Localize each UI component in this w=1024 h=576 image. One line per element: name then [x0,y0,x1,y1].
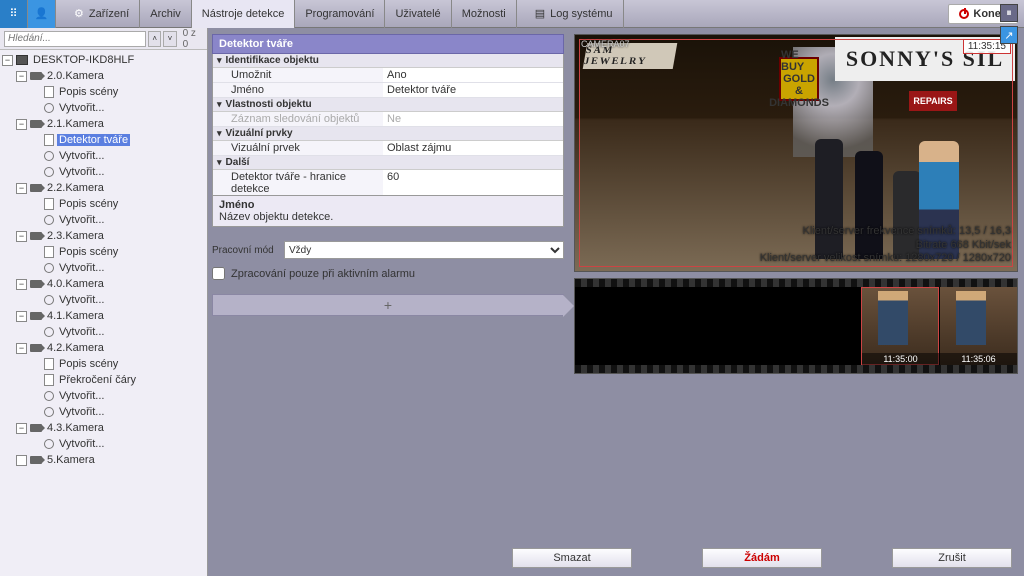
property-row[interactable]: UmožnitAno [213,68,563,83]
mode-label: Pracovní mód [212,245,284,256]
search-count: 0 z 0 [183,28,203,50]
video-preview[interactable]: SAM JEWELRY SONNY'S SIL REPAIRS WE BUYGO… [574,34,1018,272]
tree-node[interactable]: −4.2.Kamera [2,340,205,356]
tree-node[interactable]: Popis scény [2,244,205,260]
tree-node[interactable]: Vytvořit... [2,292,205,308]
property-row[interactable]: Detektor tváře - hranice detekce60 [213,170,563,196]
user-icon[interactable]: 👤 [28,0,56,28]
thumbnail[interactable]: 11:35:06 [939,287,1017,365]
property-grid[interactable]: ▾Identifikace objektuUmožnitAnoJménoDete… [212,54,564,196]
add-button[interactable]: + [212,294,564,316]
property-row[interactable]: Vizuální prvekOblast zájmu [213,141,563,156]
search-down[interactable]: ˅ [163,31,176,47]
property-row[interactable]: Záznam sledování objektůNe [213,112,563,127]
tree-node[interactable]: Vytvořit... [2,404,205,420]
tree-node[interactable]: −4.3.Kamera [2,420,205,436]
top-toolbar: ⠿ 👤 ⚙Zařízení Archiv Nástroje detekce Pr… [0,0,1024,28]
property-group[interactable]: ▾Identifikace objektu [213,54,563,68]
tab-programming[interactable]: Programování [295,0,385,28]
filmstrip[interactable]: 11:35:0011:35:06 [574,278,1018,374]
tree-node[interactable]: Překročení čáry [2,372,205,388]
apps-icon[interactable]: ⠿ [0,0,28,28]
property-group[interactable]: ▾Vlastnosti objektu [213,98,563,112]
mode-select[interactable]: Vždy [284,241,564,259]
tab-options[interactable]: Možnosti [452,0,517,28]
alarm-only-label: Zpracování pouze při aktivním alarmu [231,268,415,280]
delete-button[interactable]: Smazat [512,548,632,568]
tree-node[interactable]: −2.1.Kamera [2,116,205,132]
tree-node[interactable]: −4.0.Kamera [2,276,205,292]
pause-icon[interactable]: ⏸ [1000,4,1018,22]
bottom-buttons: Smazat Žádám Zrušit [300,548,1012,568]
property-description: Jméno Název objektu detekce. [212,196,564,227]
apply-button[interactable]: Žádám [702,548,822,568]
tab-archive[interactable]: Archiv [140,0,192,28]
alarm-only-checkbox[interactable] [212,267,225,280]
search-input[interactable] [4,31,146,47]
tree-node[interactable]: Vytvořit... [2,148,205,164]
video-side-controls: ⏸ ↗ [1000,4,1018,44]
tree-node[interactable]: Vytvořit... [2,260,205,276]
tab-devices[interactable]: ⚙Zařízení [64,0,140,28]
camera-label: CAMERA07 [581,39,630,49]
tree-node[interactable]: Vytvořit... [2,436,205,452]
sidebar: ˄ ˅ 0 z 0 −DESKTOP-IKD8HLF−2.0.KameraPop… [0,28,208,576]
tab-system-log[interactable]: ▤Log systému [525,0,624,28]
stream-info: Klient/server frekvence snímků: 13,5 / 1… [760,225,1011,265]
tree-node[interactable]: 5.Kamera [2,452,205,468]
right-panel: SAM JEWELRY SONNY'S SIL REPAIRS WE BUYGO… [568,28,1024,576]
tree-node[interactable]: −DESKTOP-IKD8HLF [2,52,205,68]
tree-node[interactable]: Vytvořit... [2,100,205,116]
property-group[interactable]: ▾Další [213,156,563,170]
tab-users[interactable]: Uživatelé [385,0,451,28]
tree-node[interactable]: Vytvořit... [2,324,205,340]
tree-node[interactable]: Vytvořit... [2,164,205,180]
tree-node[interactable]: Detektor tváře [2,132,205,148]
center-panel: Detektor tváře ▾Identifikace objektuUmož… [208,28,568,576]
property-row[interactable]: JménoDetektor tváře [213,83,563,98]
property-group[interactable]: ▾Vizuální prvky [213,127,563,141]
tree-node[interactable]: Vytvořit... [2,212,205,228]
power-icon [959,9,969,19]
tree-node[interactable]: Popis scény [2,356,205,372]
search-up[interactable]: ˄ [148,31,161,47]
tree-node[interactable]: Popis scény [2,196,205,212]
panel-title: Detektor tváře [212,34,564,54]
tree-node[interactable]: −2.0.Kamera [2,68,205,84]
thumbnail[interactable]: 11:35:00 [861,287,939,365]
tab-detection-tools[interactable]: Nástroje detekce [192,0,296,28]
tree-node[interactable]: −4.1.Kamera [2,308,205,324]
link-icon[interactable]: ↗ [1000,26,1018,44]
tree-node[interactable]: Vytvořit... [2,388,205,404]
tree-node[interactable]: −2.2.Kamera [2,180,205,196]
tree-node[interactable]: −2.3.Kamera [2,228,205,244]
tree-node[interactable]: Popis scény [2,84,205,100]
cancel-button[interactable]: Zrušit [892,548,1012,568]
device-tree[interactable]: −DESKTOP-IKD8HLF−2.0.KameraPopis scényVy… [0,50,207,576]
